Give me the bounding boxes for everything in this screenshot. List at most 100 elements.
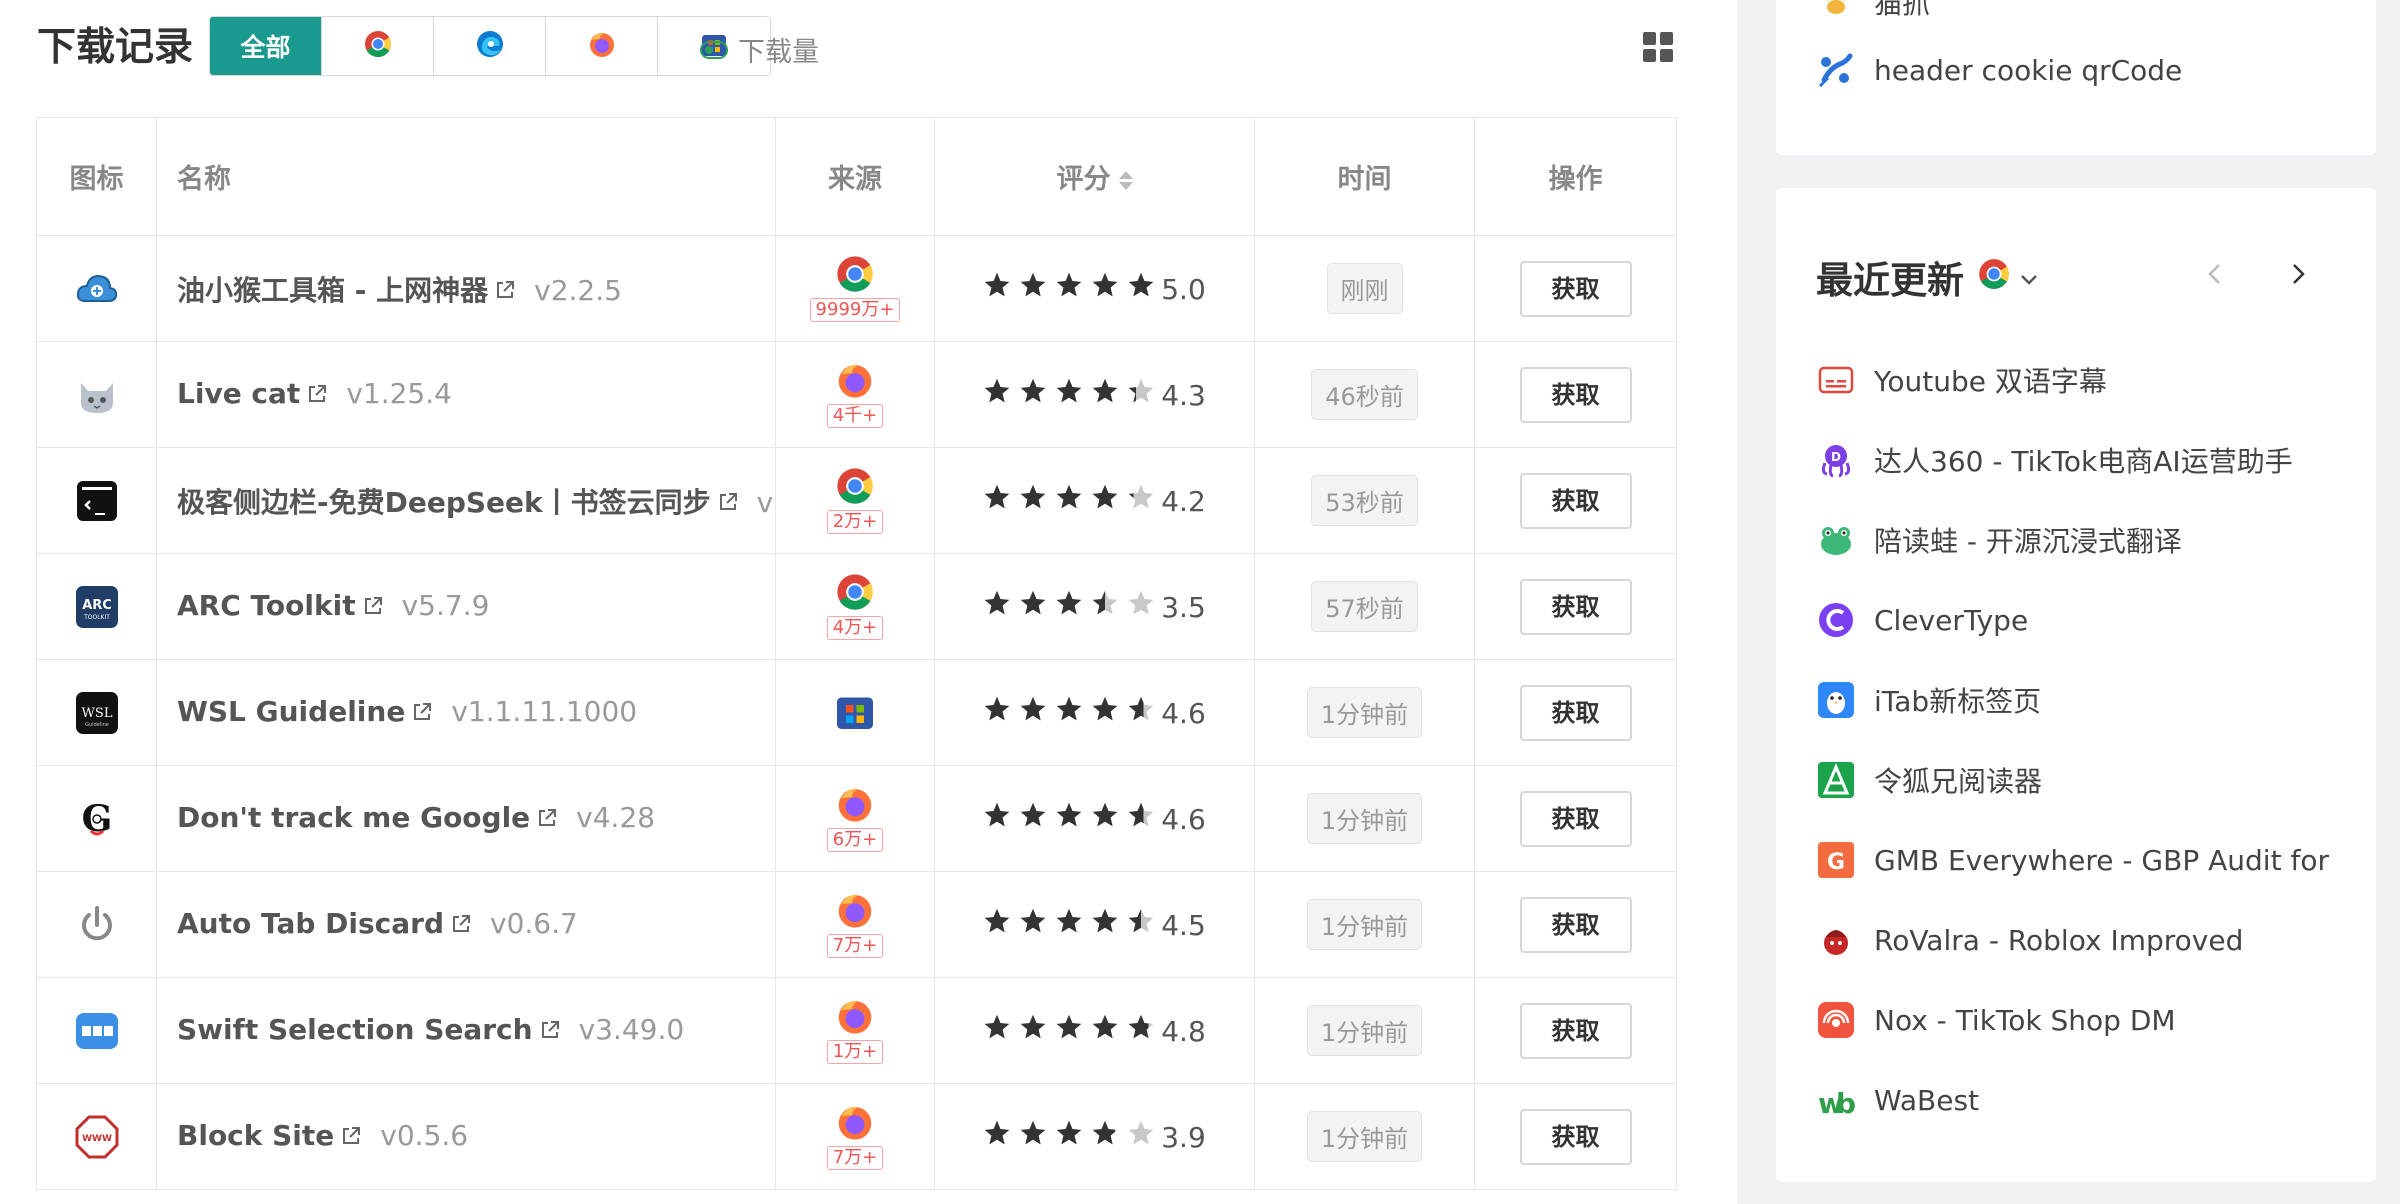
- stop-sign-icon: WWW: [75, 1115, 119, 1159]
- time-badge: 1分钟前: [1306, 793, 1423, 844]
- firefox-icon: [836, 997, 874, 1039]
- external-link-icon[interactable]: [411, 697, 433, 730]
- recent-item[interactable]: CleverType: [1816, 600, 2028, 640]
- recent-item[interactable]: Nox - TikTok Shop DM: [1816, 1000, 2176, 1040]
- recent-item[interactable]: G GMB Everywhere - GBP Audit for: [1816, 840, 2329, 880]
- rating-score: 4.3: [1161, 379, 1206, 412]
- time-badge: 53秒前: [1311, 475, 1418, 526]
- firefox-icon: [836, 361, 874, 403]
- time-badge: 刚刚: [1326, 263, 1403, 314]
- svg-text:WWW: WWW: [82, 1134, 112, 1144]
- app-name-link[interactable]: WSL Guideline: [177, 695, 405, 728]
- app-name-cell: Live cat v1.25.4: [156, 341, 776, 448]
- app-name-link[interactable]: Auto Tab Discard: [177, 907, 444, 940]
- filter-firefox-button[interactable]: [546, 17, 658, 75]
- sort-icon[interactable]: [1118, 171, 1133, 190]
- app-version: v0.5.6: [380, 1119, 469, 1153]
- star-icon: [1092, 1014, 1118, 1039]
- app-name-cell: Swift Selection Search v3.49.0: [156, 977, 776, 1084]
- star-icon: [1092, 590, 1118, 615]
- star-icon: [1020, 1120, 1046, 1145]
- grid-view-icon[interactable]: [1643, 32, 1673, 62]
- source-filter-group: 全部: [209, 16, 771, 76]
- filter-edge-button[interactable]: [434, 17, 546, 75]
- recent-item[interactable]: iTab新标签页: [1816, 680, 2041, 720]
- side-list-item[interactable]: 猫抓: [1816, 0, 1930, 22]
- source-cell: [775, 659, 935, 766]
- app-name-cell: Auto Tab Discard v0.6.7: [156, 871, 776, 978]
- time-badge: 57秒前: [1311, 581, 1418, 632]
- recent-item[interactable]: w b WaBest: [1816, 1080, 1979, 1120]
- get-button[interactable]: 获取: [1519, 1002, 1632, 1059]
- get-button[interactable]: 获取: [1519, 790, 1632, 847]
- filter-all-button[interactable]: 全部: [210, 17, 322, 75]
- star-icon: [1056, 1014, 1082, 1039]
- get-button[interactable]: 获取: [1519, 896, 1632, 953]
- octopus-icon: D: [1816, 440, 1856, 480]
- table-header-row: 图标 名称 来源 评分 时间 操作: [36, 117, 1677, 236]
- external-link-icon[interactable]: [450, 909, 472, 942]
- rating-cell: 3.5: [934, 553, 1255, 660]
- external-link-icon[interactable]: [362, 591, 384, 624]
- svg-text:G: G: [1827, 850, 1845, 875]
- star-icon: [1128, 696, 1154, 721]
- recent-item-label: 令狐兄阅读器: [1874, 765, 2043, 798]
- table-row: WWW Block Site v0.5.6 7万+ 3.9 1分钟前 获取: [36, 1083, 1677, 1190]
- download-count-toggle[interactable]: 下载量: [700, 30, 819, 69]
- app-name-link[interactable]: Live cat: [177, 377, 300, 410]
- app-icon-cell: [36, 447, 157, 554]
- source-cell: 1万+: [775, 977, 935, 1084]
- app-name-cell: WSL Guideline v1.1.11.1000: [156, 659, 776, 766]
- external-link-icon[interactable]: [494, 275, 516, 308]
- prev-page-icon[interactable]: [2201, 260, 2229, 292]
- app-name-link[interactable]: Swift Selection Search: [177, 1013, 533, 1046]
- get-button[interactable]: 获取: [1519, 578, 1632, 635]
- filter-chrome-button[interactable]: [322, 17, 434, 75]
- recent-item[interactable]: Youtube 双语字幕: [1816, 360, 2107, 400]
- page-title: 下载记录: [37, 25, 194, 70]
- recent-item[interactable]: D 达人360 - TikTok电商AI运营助手: [1816, 440, 2293, 480]
- get-button[interactable]: 获取: [1519, 1108, 1632, 1165]
- recent-item-label: iTab新标签页: [1874, 685, 2042, 718]
- app-name-link[interactable]: Block Site: [177, 1119, 334, 1152]
- get-button[interactable]: 获取: [1519, 366, 1632, 423]
- chrome-icon: [836, 255, 874, 297]
- column-header-rating[interactable]: 评分: [934, 117, 1255, 236]
- external-link-icon[interactable]: [306, 379, 328, 412]
- chrome-icon: [364, 30, 392, 62]
- recent-item[interactable]: RoValra - Roblox Improved: [1816, 920, 2243, 960]
- external-link-icon[interactable]: [539, 1015, 561, 1048]
- external-link-icon[interactable]: [717, 487, 739, 520]
- get-button[interactable]: 获取: [1519, 472, 1632, 529]
- time-badge: 1分钟前: [1306, 687, 1423, 738]
- time-cell: 1分钟前: [1254, 871, 1475, 978]
- app-version: v3.49.0: [578, 1013, 685, 1047]
- reader-icon: [1816, 760, 1856, 800]
- star-icon: [1056, 1120, 1082, 1145]
- external-link-icon[interactable]: [340, 1121, 362, 1154]
- rating-stars: [983, 271, 1155, 299]
- get-button[interactable]: 获取: [1519, 684, 1632, 741]
- recent-item[interactable]: 令狐兄阅读器: [1816, 760, 2042, 800]
- table-row: Swift Selection Search v3.49.0 1万+ 4.8 1分钟前 获…: [36, 977, 1677, 1084]
- side-card-top: 猫抓 header cookie qrCode: [1776, 0, 2376, 155]
- star-icon: [984, 696, 1010, 721]
- rating-cell: 5.0: [934, 235, 1255, 342]
- app-name-link[interactable]: ARC Toolkit: [177, 589, 356, 622]
- star-icon: [1056, 272, 1082, 297]
- app-name-link[interactable]: Don't track me Google: [177, 801, 530, 834]
- rating-score: 4.8: [1161, 1015, 1206, 1048]
- recent-item[interactable]: 陪读蛙 - 开源沉浸式翻译: [1816, 520, 2182, 560]
- browser-selector[interactable]: [1978, 256, 2040, 299]
- star-icon: [984, 908, 1010, 933]
- rating-score: 4.6: [1161, 697, 1206, 730]
- app-icon-cell: G: [36, 765, 157, 872]
- download-records-table: 图标 名称 来源 评分 时间 操作 油小猴工具箱 - 上网神器 v2.2.5 999…: [36, 117, 1677, 1190]
- external-link-icon[interactable]: [536, 803, 558, 836]
- side-list-item[interactable]: header cookie qrCode: [1816, 50, 2182, 90]
- action-cell: 获取: [1474, 341, 1677, 448]
- get-button[interactable]: 获取: [1519, 260, 1632, 317]
- next-page-icon[interactable]: [2284, 260, 2312, 292]
- app-name-link[interactable]: 油小猴工具箱 - 上网神器: [177, 274, 488, 307]
- app-name-link[interactable]: 极客侧边栏-免费DeepSeek丨书签云同步: [177, 486, 711, 519]
